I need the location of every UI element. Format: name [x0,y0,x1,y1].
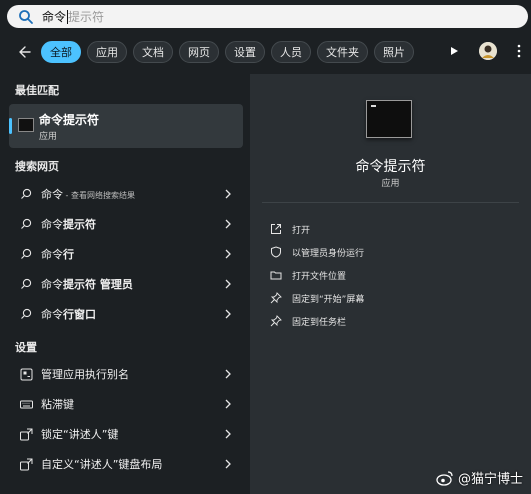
search-icon [19,247,33,261]
weibo-logo-icon [436,470,453,486]
topright-controls [429,42,521,60]
chip-all[interactable]: 全部 [41,41,81,63]
action-label: 固定到“开始”屏幕 [292,294,365,305]
selection-accent [9,118,12,134]
web-result-prefix: 命令 [41,188,63,201]
search-value: 命令 [42,10,67,24]
action-label: 打开文件位置 [292,271,347,282]
chevron-right-icon [225,429,231,439]
web-result-prefix: 命令 [41,278,63,291]
settings-item[interactable]: 自定义“讲述人”键盘布局 [9,450,243,478]
settings-item-label: 自定义“讲述人”键盘布局 [41,458,163,471]
settings-item[interactable]: 锁定“讲述人”键 [9,420,243,448]
action-run-as-admin[interactable]: 以管理员身份运行 [269,243,364,261]
settings-item-label: 管理应用执行别名 [41,368,129,381]
best-match-title: 最佳匹配 [15,84,59,97]
more-button[interactable] [517,44,521,58]
action-open-location[interactable]: 打开文件位置 [269,266,346,284]
web-search-title: 搜索网页 [15,160,59,173]
search-icon [18,9,34,25]
best-match-name: 命令提示符 [39,113,100,127]
open-icon [269,222,283,236]
action-label: 固定到任务栏 [292,317,347,328]
app-alias-icon [19,367,33,381]
settings-title: 设置 [15,341,37,354]
settings-item[interactable]: 粘滞键 [9,390,243,418]
watermark: @猫宁博士 [436,468,523,487]
web-result-item[interactable]: 命令提示符 管理员 [9,270,243,298]
chevron-right-icon [225,369,231,379]
settings-item-label: 粘滞键 [41,398,74,411]
best-match-item[interactable]: 命令提示符 应用 [9,104,243,148]
play-icon [451,47,458,55]
search-icon [19,187,33,201]
preview-app-kind: 应用 [381,179,400,189]
preview-pane: 命令提示符 应用 打开 以管理员身份运行 打开文件位置 固定到“开始”屏幕 固定… [250,74,531,494]
chip-folders[interactable]: 文件夹 [317,41,368,63]
web-result-prefix: 命令 [41,248,63,261]
play-button[interactable] [449,46,459,56]
pin-icon [269,314,283,328]
more-icon [517,44,521,58]
web-result-suffix: - 查看网络搜索结果 [63,191,135,200]
preview-app-name: 命令提示符 [355,159,426,175]
narrator-icon [19,427,33,441]
search-bar[interactable]: 命令 提示符 [7,5,528,28]
web-result-prefix: 命令 [41,308,63,321]
chip-apps[interactable]: 应用 [87,41,127,63]
web-result-item[interactable]: 命令行 [9,240,243,268]
chip-web[interactable]: 网页 [179,41,219,63]
results-list: 最佳匹配 命令提示符 应用 搜索网页 命令 - 查看网络搜索结果 命令提示符 命… [0,74,250,494]
web-result-item[interactable]: 命令 - 查看网络搜索结果 [9,180,243,208]
web-result-item[interactable]: 命令提示符 [9,210,243,238]
cmd-app-icon [366,100,412,138]
action-open[interactable]: 打开 [269,220,310,238]
web-result-prefix: 命令 [41,218,63,231]
settings-item[interactable]: 管理应用执行别名 [9,360,243,388]
action-label: 以管理员身份运行 [292,248,365,259]
watermark-text: @猫宁博士 [457,472,523,487]
action-pin-start[interactable]: 固定到“开始”屏幕 [269,289,364,307]
chevron-right-icon [225,219,231,229]
keyboard-icon [19,397,33,411]
filter-bar: 全部 应用 文档 网页 设置 人员 文件夹 照片 [0,36,531,68]
chevron-right-icon [225,249,231,259]
chevron-right-icon [225,189,231,199]
web-result-bold: 行 [63,248,74,261]
chip-settings[interactable]: 设置 [225,41,265,63]
divider [262,202,519,203]
web-result-bold: 提示符 [63,218,96,231]
best-match-kind: 应用 [39,132,58,142]
search-input[interactable]: 命令 提示符 [42,8,104,25]
search-icon [19,307,33,321]
search-icon [19,217,33,231]
chip-photos[interactable]: 照片 [374,41,414,63]
chip-people[interactable]: 人员 [271,41,311,63]
settings-item-label: 锁定“讲述人”键 [41,428,119,441]
action-label: 打开 [292,225,311,236]
web-result-bold: 行窗口 [63,308,96,321]
chevron-right-icon [225,459,231,469]
chevron-right-icon [225,309,231,319]
arrow-left-icon [19,46,31,58]
chevron-right-icon [225,399,231,409]
pin-icon [269,291,283,305]
cmd-app-icon [18,118,34,132]
search-suggestion: 提示符 [68,10,105,24]
chevron-right-icon [225,279,231,289]
web-result-bold: 提示符 管理员 [63,278,133,291]
back-button[interactable] [13,41,35,63]
action-pin-taskbar[interactable]: 固定到任务栏 [269,312,346,330]
search-icon [19,277,33,291]
shield-icon [269,245,283,259]
web-result-item[interactable]: 命令行窗口 [9,300,243,328]
folder-icon [269,268,283,282]
narrator-icon [19,457,33,471]
avatar-icon[interactable] [479,42,497,60]
chip-documents[interactable]: 文档 [133,41,173,63]
